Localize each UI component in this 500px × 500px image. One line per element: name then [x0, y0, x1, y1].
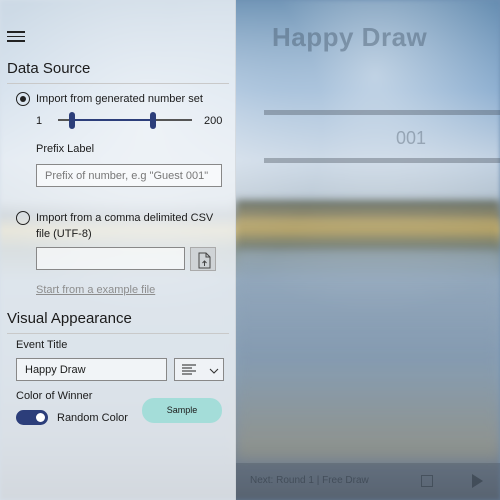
- radio-csv-import[interactable]: [16, 211, 30, 225]
- random-color-label: Random Color: [57, 412, 128, 424]
- main-draw-number: 001: [396, 128, 427, 148]
- file-picker-button[interactable]: [190, 247, 216, 271]
- next-round-text: Next: Round 1 | Free Draw: [250, 475, 369, 486]
- event-title-input[interactable]: [16, 358, 167, 381]
- range-slider-fill: [72, 119, 154, 121]
- prefix-input[interactable]: [36, 164, 222, 187]
- visual-appearance-heading: Visual Appearance: [7, 310, 132, 327]
- prefix-label: Prefix Label: [36, 143, 95, 155]
- stop-icon[interactable]: [421, 475, 433, 487]
- text-align-select[interactable]: [174, 358, 224, 381]
- chevron-down-icon: [209, 368, 219, 374]
- radio-csv-label-line1: Import from a comma delimited CSV: [36, 212, 214, 224]
- range-min-label: 1: [36, 115, 43, 127]
- data-source-heading: Data Source: [7, 60, 91, 77]
- visual-appearance-divider: [7, 333, 229, 334]
- range-slider-max-thumb[interactable]: [150, 112, 156, 129]
- radio-generated-label: Import from generated number set: [36, 93, 203, 105]
- random-color-toggle[interactable]: [16, 410, 48, 425]
- file-open-icon: [198, 252, 211, 269]
- hamburger-menu-icon[interactable]: [7, 31, 25, 45]
- data-source-divider: [7, 83, 229, 84]
- background-reflection: [236, 250, 500, 460]
- radio-csv-label-line2: file (UTF-8): [36, 228, 92, 240]
- text-align-left-icon: [182, 364, 196, 375]
- csv-path-input[interactable]: [36, 247, 185, 270]
- main-divider-bottom: [264, 158, 500, 163]
- range-slider-min-thumb[interactable]: [69, 112, 75, 129]
- background-landscape: [236, 200, 500, 250]
- example-file-link[interactable]: Start from a example file: [36, 284, 155, 296]
- main-event-title: Happy Draw: [272, 22, 428, 52]
- play-icon[interactable]: [472, 474, 483, 488]
- main-divider-top: [264, 110, 500, 115]
- event-title-label: Event Title: [16, 339, 68, 351]
- color-of-winner-label: Color of Winner: [16, 390, 93, 402]
- settings-panel: Data Source Import from generated number…: [0, 0, 236, 500]
- sample-color-button[interactable]: Sample: [142, 398, 222, 423]
- radio-generated-number[interactable]: [16, 92, 30, 106]
- bottom-bar: Next: Round 1 | Free Draw: [236, 463, 500, 500]
- range-max-label: 200: [204, 115, 223, 127]
